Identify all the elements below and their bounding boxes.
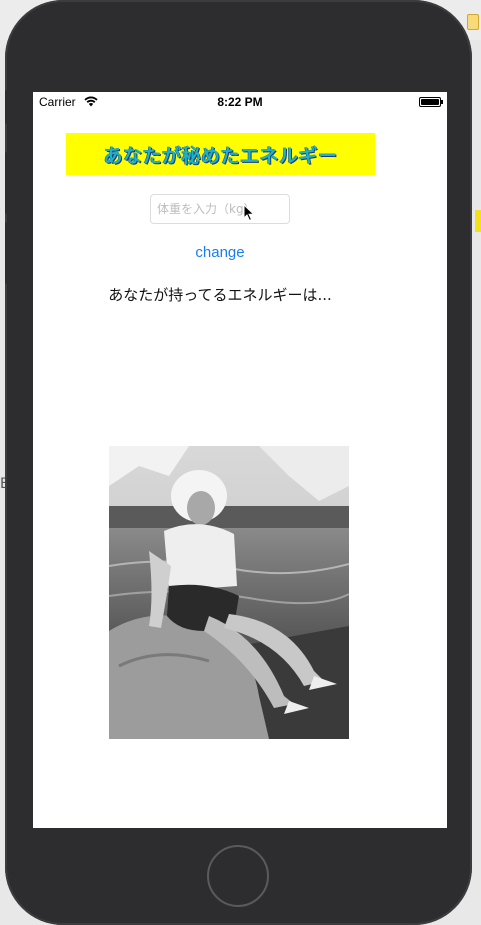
weight-input[interactable] (150, 194, 290, 224)
status-bar: Carrier 8:22 PM (33, 92, 447, 112)
home-button[interactable] (207, 845, 269, 907)
volume-down-button (5, 222, 11, 284)
app-screen: Carrier 8:22 PM あなたが秘めたエネルギー change あなたが… (33, 92, 447, 828)
einstein-photo (109, 446, 349, 739)
mouse-pointer-icon (243, 204, 255, 222)
result-label: あなたが持ってるエネルギーは... (108, 286, 332, 304)
status-time: 8:22 PM (217, 95, 263, 109)
background-accent (475, 210, 481, 232)
volume-up-button (5, 152, 11, 214)
battery-icon (419, 97, 443, 107)
mute-switch (5, 90, 11, 124)
change-button[interactable]: change (165, 242, 275, 262)
folder-icon (467, 14, 479, 30)
app-title-banner: あなたが秘めたエネルギー (66, 133, 375, 175)
